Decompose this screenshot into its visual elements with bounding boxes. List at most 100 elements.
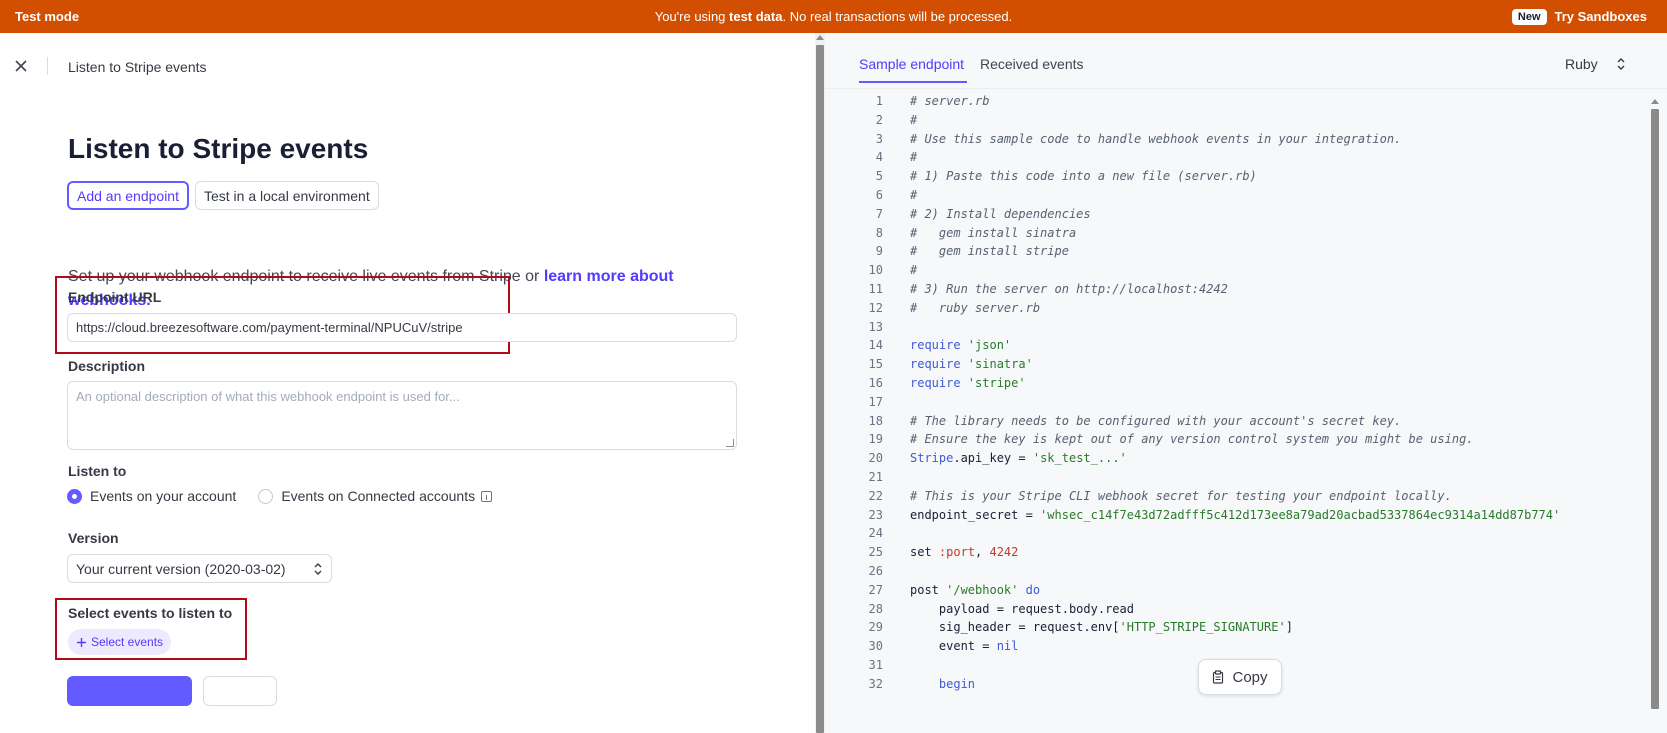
resize-handle[interactable]: [726, 439, 734, 447]
line-number: 3: [875, 131, 883, 146]
copy-button[interactable]: Copy: [1198, 659, 1282, 695]
line-number: 24: [868, 526, 883, 541]
tab-test-local-environment[interactable]: Test in a local environment: [194, 181, 379, 210]
description-textarea[interactable]: An optional description of what this web…: [67, 381, 737, 450]
try-sandboxes-link[interactable]: New Try Sandboxes: [1511, 8, 1647, 25]
line-number: 14: [868, 338, 883, 353]
line-number: 8: [875, 225, 883, 240]
add-endpoint-button[interactable]: [67, 676, 192, 706]
line-number: 1: [875, 94, 883, 108]
language-select[interactable]: Ruby: [1565, 56, 1626, 72]
listen-to-options: Events on your account Events on Connect…: [67, 488, 493, 504]
copy-label: Copy: [1232, 668, 1268, 686]
radio-events-connected-accounts[interactable]: [258, 488, 274, 504]
clipboard-icon: [1213, 670, 1224, 684]
tab-received-events[interactable]: Received events: [980, 56, 1084, 72]
line-number: 15: [868, 357, 883, 372]
outer-scrollbar[interactable]: [815, 33, 825, 733]
code-text: #: [910, 263, 918, 278]
line-number: 27: [868, 582, 883, 597]
radio-label-connected[interactable]: Events on Connected accounts: [281, 488, 475, 504]
plus-icon: [77, 637, 86, 647]
endpoint-url-input[interactable]: https://cloud.breezesoftware.com/payment…: [67, 313, 737, 342]
language-value: Ruby: [1565, 56, 1598, 72]
line-number: 18: [868, 413, 883, 428]
cancel-button[interactable]: [203, 676, 277, 706]
test-mode-message: You're using test data. No real transact…: [654, 9, 1013, 24]
line-number: 29: [868, 620, 883, 635]
line-number: 16: [868, 376, 883, 390]
version-label: Version: [68, 530, 119, 546]
new-badge: New: [1511, 8, 1547, 25]
test-mode-banner: Test mode You're using test data. No rea…: [0, 0, 1667, 33]
code-text: post '/webhook' do: [910, 582, 1041, 597]
line-number: 19: [868, 432, 883, 447]
line-number: 22: [868, 488, 883, 503]
code-text: endpoint_secret = 'whsec_c14f7e43d72adff…: [910, 507, 1561, 522]
close-icon[interactable]: [12, 57, 30, 75]
webhook-form-panel: Listen to Stripe events Listen to Stripe…: [0, 33, 815, 733]
description-placeholder: An optional description of what this web…: [76, 389, 460, 404]
line-number: 13: [868, 319, 883, 334]
code-panel: Sample endpoint Received events Ruby 1 # …: [815, 33, 1667, 733]
code-text: # Ensure the key is kept out of any vers…: [910, 432, 1474, 447]
line-number: 31: [868, 658, 883, 672]
page-title: Listen to Stripe events: [68, 133, 369, 164]
line-number: 28: [868, 601, 883, 616]
code-text: require 'json': [910, 338, 1012, 353]
chevron-updown-icon: [314, 562, 322, 575]
code-scroll-thumb[interactable]: [1651, 109, 1659, 709]
info-icon[interactable]: [481, 490, 493, 502]
select-events-label: Select events to listen to: [68, 605, 233, 621]
code-text: # server.rb: [910, 94, 990, 108]
line-number: 26: [868, 564, 883, 578]
line-number: 17: [868, 394, 883, 409]
code-text: # 3) Run the server on http://localhost:…: [910, 282, 1228, 296]
radio-events-on-account[interactable]: [67, 488, 82, 504]
scroll-thumb[interactable]: [816, 45, 824, 733]
version-value: Your current version (2020-03-02): [76, 560, 286, 577]
code-text: payload = request.body.read: [910, 601, 1134, 616]
code-text: Stripe.api_key = 'sk_test_...': [910, 451, 1127, 466]
description-label: Description: [68, 358, 146, 374]
tab-sample-endpoint[interactable]: Sample endpoint: [859, 56, 964, 72]
code-text: # 1) Paste this code into a new file (se…: [910, 169, 1257, 184]
chevron-updown-icon: [1617, 58, 1625, 70]
endpoint-url-label: Endpoint URL: [68, 289, 162, 305]
code-text: #: [910, 188, 918, 202]
line-number: 32: [868, 676, 883, 691]
code-text: require 'stripe': [910, 376, 1026, 390]
line-number: 25: [868, 545, 883, 560]
line-number: 12: [868, 300, 883, 315]
select-events-button[interactable]: Select events: [68, 629, 172, 655]
line-number: 5: [875, 169, 883, 184]
code-block: 1 # server.rb 2 #3 # Use this sample code to…: [825, 91, 1645, 731]
code-text: # gem install sinatra: [910, 225, 1077, 240]
code-text: # The library needs to be configured wit…: [910, 413, 1402, 428]
line-number: 23: [868, 507, 883, 522]
code-text: # ruby server.rb: [910, 300, 1041, 315]
version-select[interactable]: Your current version (2020-03-02): [67, 554, 332, 583]
radio-label-account[interactable]: Events on your account: [90, 488, 236, 504]
code-text: # 2) Install dependencies: [910, 206, 1091, 221]
code-text: #: [910, 112, 918, 127]
scroll-up-arrow[interactable]: [816, 35, 824, 40]
line-number: 4: [875, 150, 883, 165]
code-text: # gem install stripe: [910, 244, 1069, 259]
code-text: event = nil: [910, 639, 1019, 654]
line-number: 11: [868, 282, 883, 296]
try-sandboxes-label[interactable]: Try Sandboxes: [1555, 9, 1647, 24]
code-scrollbar[interactable]: [1649, 89, 1661, 733]
select-events-button-label[interactable]: Select events: [91, 635, 163, 649]
code-text: # Use this sample code to handle webhook…: [910, 131, 1402, 146]
line-number: 21: [868, 470, 883, 484]
line-number: 30: [868, 639, 883, 654]
line-number: 7: [875, 206, 883, 221]
line-number: 10: [868, 263, 883, 278]
code-text: require 'sinatra': [910, 357, 1033, 372]
code-text: begin: [910, 676, 976, 691]
tab-add-endpoint[interactable]: Add an endpoint: [67, 181, 189, 210]
active-tab-underline: [859, 81, 967, 83]
code-scroll-up-arrow[interactable]: [1651, 99, 1659, 104]
panel-topbar: Listen to Stripe events: [0, 33, 815, 101]
